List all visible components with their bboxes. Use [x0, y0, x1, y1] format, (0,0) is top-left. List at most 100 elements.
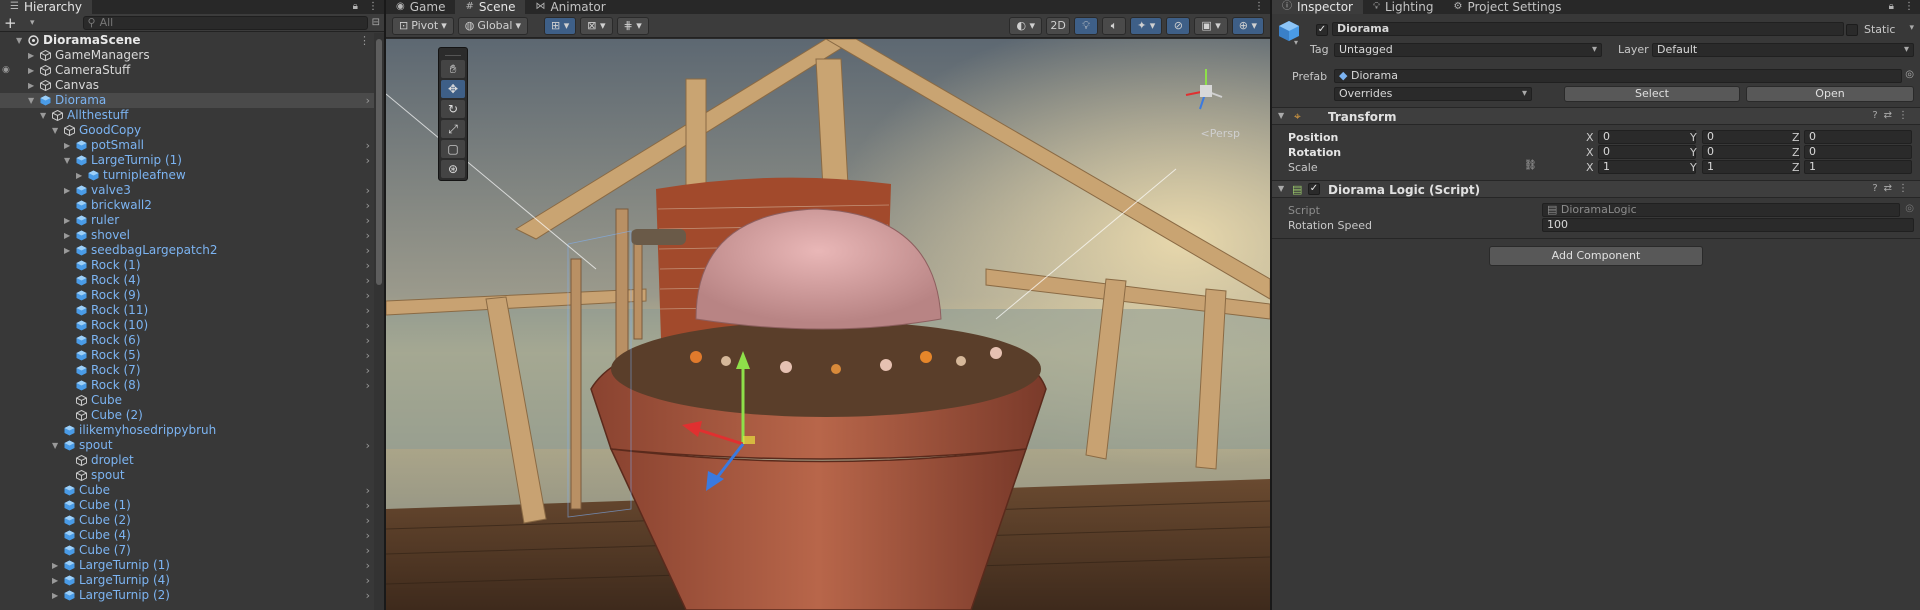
active-checkbox[interactable]: ✓: [1316, 24, 1328, 36]
prefab-open-chevron-icon[interactable]: ›: [366, 93, 370, 108]
tab-animator[interactable]: ⋈ Animator: [525, 0, 615, 14]
lock-icon[interactable]: 🔒︎: [353, 0, 358, 14]
hierarchy-row[interactable]: ▶ seedbagLargepatch2 ›: [0, 243, 374, 258]
hierarchy-scrollbar[interactable]: [374, 33, 384, 610]
move-tool[interactable]: ✥: [441, 80, 465, 98]
hierarchy-row[interactable]: ▶ turnipleafnew: [0, 168, 374, 183]
prefab-open-chevron-icon[interactable]: ›: [366, 198, 370, 213]
script-component-header[interactable]: ▼ ▤ ✓ Diorama Logic (Script) ?⇄⋮: [1272, 180, 1920, 198]
collapsed-arrow-icon[interactable]: ▶: [52, 573, 58, 588]
static-checkbox[interactable]: [1846, 24, 1858, 36]
prefab-open-chevron-icon[interactable]: ›: [366, 363, 370, 378]
collapsed-arrow-icon[interactable]: ▶: [28, 78, 34, 93]
hierarchy-row[interactable]: ▶ GameManagers: [0, 48, 374, 63]
collapsed-arrow-icon[interactable]: ▶: [64, 138, 70, 153]
prefab-open-chevron-icon[interactable]: ›: [366, 213, 370, 228]
hierarchy-row[interactable]: Rock (7) ›: [0, 363, 374, 378]
hierarchy-row[interactable]: Cube ›: [0, 483, 374, 498]
hierarchy-row[interactable]: ▶ LargeTurnip (4) ›: [0, 573, 374, 588]
add-object-button[interactable]: +: [4, 15, 26, 31]
gizmos-button[interactable]: ⊕ ▾: [1231, 16, 1264, 35]
prefab-open-chevron-icon[interactable]: ›: [366, 333, 370, 348]
global-dropdown[interactable]: ◍ Global ▾: [457, 16, 528, 35]
draw-mode-button[interactable]: ◐ ▾: [1009, 16, 1043, 35]
audio-toggle[interactable]: 🔈︎: [1102, 16, 1127, 35]
lighting-toggle[interactable]: 💡︎: [1074, 16, 1099, 35]
tab-scene[interactable]: # Scene: [455, 0, 526, 14]
component-tools[interactable]: ?⇄⋮: [1872, 183, 1914, 194]
prefab-open-chevron-icon[interactable]: ›: [366, 588, 370, 603]
add-component-button[interactable]: Add Component: [1489, 246, 1703, 266]
hierarchy-row[interactable]: ▶ potSmall ›: [0, 138, 374, 153]
hierarchy-row[interactable]: ▶ LargeTurnip (2) ›: [0, 588, 374, 603]
add-dropdown-icon[interactable]: ▾: [30, 18, 35, 28]
hierarchy-row[interactable]: Cube (2): [0, 408, 374, 423]
axis-label-z[interactable]: Z: [1792, 146, 1800, 159]
hidden-objects-toggle[interactable]: ⊘: [1166, 16, 1191, 35]
toolstrip-handle[interactable]: [445, 50, 461, 56]
hierarchy-row[interactable]: Rock (6) ›: [0, 333, 374, 348]
select-button[interactable]: Select: [1564, 86, 1740, 102]
expanded-arrow-icon[interactable]: ▼: [40, 108, 46, 123]
collapsed-arrow-icon[interactable]: ▶: [52, 588, 58, 603]
tag-dropdown[interactable]: Untagged: [1334, 43, 1602, 57]
axis-label-x[interactable]: X: [1586, 146, 1594, 159]
position-y-field[interactable]: 0: [1702, 130, 1800, 144]
rotation-speed-field[interactable]: 100: [1542, 218, 1914, 232]
persp-label[interactable]: <Persp: [1201, 127, 1240, 140]
prefab-open-chevron-icon[interactable]: ›: [366, 183, 370, 198]
rotation-y-field[interactable]: 0: [1702, 145, 1800, 159]
hierarchy-row[interactable]: ▶ valve3 ›: [0, 183, 374, 198]
grid-snap-button[interactable]: ⊞ ▾: [544, 16, 577, 35]
pivot-dropdown[interactable]: ⊡ Pivot ▾: [392, 16, 454, 35]
collapsed-arrow-icon[interactable]: ▶: [28, 48, 34, 63]
expanded-arrow-icon[interactable]: ▼: [52, 123, 58, 138]
scale-z-field[interactable]: 1: [1804, 160, 1912, 174]
prefab-open-chevron-icon[interactable]: ›: [366, 273, 370, 288]
scene-viewport[interactable]: ✋︎ ✥ ↻ ⤢ ▢ ⊛ <Persp: [386, 39, 1270, 610]
prefab-open-chevron-icon[interactable]: ›: [366, 558, 370, 573]
more-menu-icon[interactable]: ⋮: [368, 0, 378, 14]
scene-menu-icon[interactable]: ⋮: [359, 33, 370, 48]
hierarchy-row[interactable]: Rock (4) ›: [0, 273, 374, 288]
hierarchy-row[interactable]: ▶ ruler ›: [0, 213, 374, 228]
hierarchy-row[interactable]: droplet: [0, 453, 374, 468]
collapsed-arrow-icon[interactable]: ▶: [28, 63, 34, 78]
hierarchy-row[interactable]: ◉ ▶ CameraStuff: [0, 63, 374, 78]
hierarchy-row[interactable]: ▶ LargeTurnip (1) ›: [0, 558, 374, 573]
collapsed-arrow-icon[interactable]: ▶: [76, 168, 82, 183]
target-icon[interactable]: ◎: [1905, 69, 1914, 80]
transform-tool[interactable]: ⊛: [441, 160, 465, 178]
target-icon[interactable]: ◎: [1905, 203, 1914, 214]
collapsed-arrow-icon[interactable]: ▶: [52, 558, 58, 573]
layer-dropdown[interactable]: Default: [1652, 43, 1914, 57]
prefab-open-chevron-icon[interactable]: ›: [366, 228, 370, 243]
expanded-arrow-icon[interactable]: ▼: [28, 93, 34, 108]
script-enabled-checkbox[interactable]: ✓: [1308, 183, 1320, 195]
hierarchy-row[interactable]: Rock (8) ›: [0, 378, 374, 393]
effects-toggle[interactable]: ✦ ▾: [1130, 16, 1163, 35]
hierarchy-row[interactable]: ▼ Diorama ›: [0, 93, 374, 108]
tab-game[interactable]: ◉ Game: [386, 0, 455, 14]
collapsed-arrow-icon[interactable]: ▶: [64, 213, 70, 228]
component-tools[interactable]: ?⇄⋮: [1872, 110, 1914, 121]
toggle-2d-button[interactable]: 2D: [1046, 16, 1071, 35]
hierarchy-row[interactable]: Rock (5) ›: [0, 348, 374, 363]
more-menu-icon[interactable]: ⋮: [1254, 0, 1264, 14]
search-input[interactable]: ⚲ All: [82, 15, 368, 30]
collapsed-arrow-icon[interactable]: ▶: [64, 183, 70, 198]
axis-label-y[interactable]: Y: [1690, 161, 1697, 174]
more-menu-icon[interactable]: ⋮: [1904, 0, 1914, 14]
rotate-tool[interactable]: ↻: [441, 100, 465, 118]
transform-header[interactable]: ▼ ⌖ Transform ?⇄⋮: [1272, 107, 1920, 125]
position-z-field[interactable]: 0: [1804, 130, 1912, 144]
prefab-open-chevron-icon[interactable]: ›: [366, 243, 370, 258]
hierarchy-row[interactable]: ▶ Canvas: [0, 78, 374, 93]
axis-label-z[interactable]: Z: [1792, 161, 1800, 174]
hierarchy-row[interactable]: Cube (4) ›: [0, 528, 374, 543]
hierarchy-row[interactable]: Cube (7) ›: [0, 543, 374, 558]
prefab-open-chevron-icon[interactable]: ›: [366, 543, 370, 558]
prefab-open-chevron-icon[interactable]: ›: [366, 483, 370, 498]
prefab-open-chevron-icon[interactable]: ›: [366, 303, 370, 318]
filter-icon[interactable]: ⊟: [372, 17, 380, 28]
